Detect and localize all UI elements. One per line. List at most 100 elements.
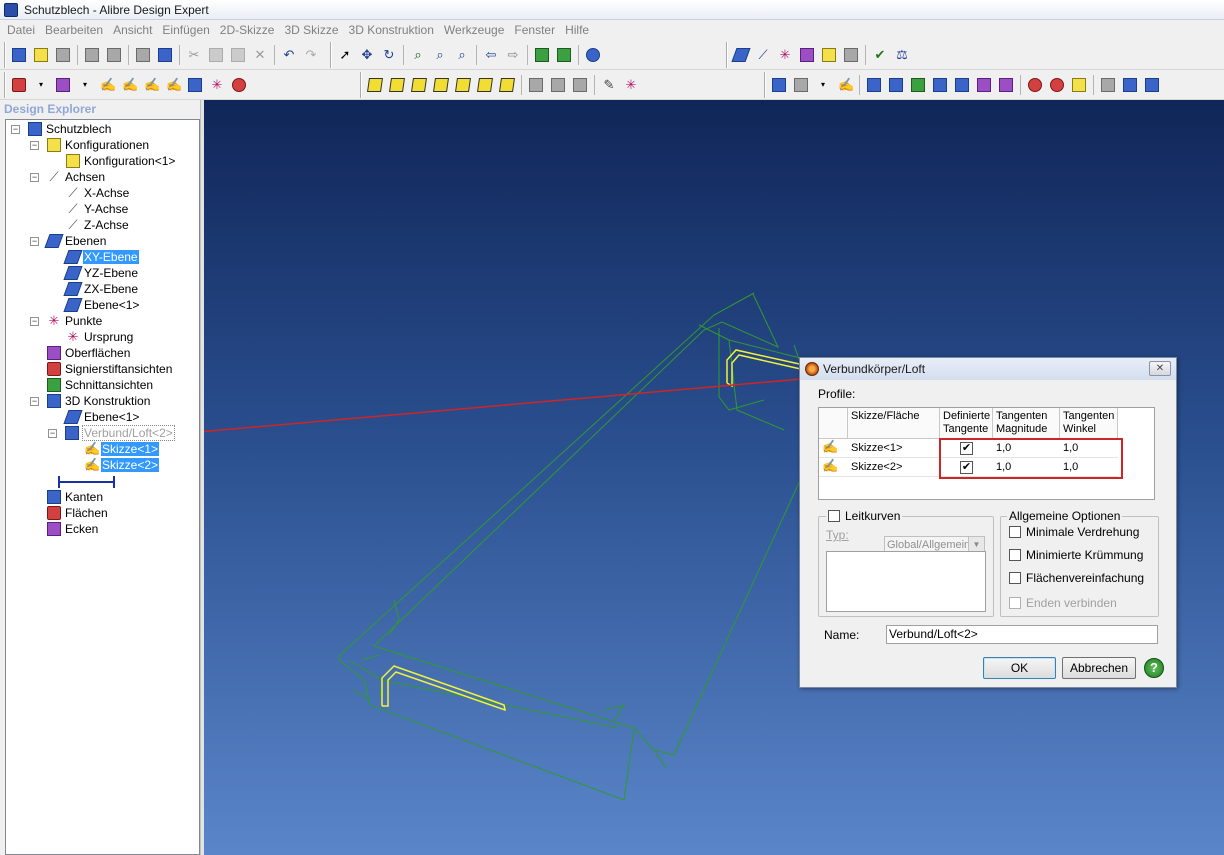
menu-ansicht[interactable]: Ansicht xyxy=(108,20,157,40)
menu-werkzeuge[interactable]: Werkzeuge xyxy=(439,20,509,40)
menu-datei[interactable]: Datei xyxy=(2,20,40,40)
table-header-tangent-angle[interactable]: Tangenten Winkel xyxy=(1060,408,1118,439)
save-all-button[interactable] xyxy=(104,45,124,65)
view-left-button[interactable] xyxy=(409,75,429,95)
hole-button[interactable]: ✳ xyxy=(207,75,227,95)
select-button[interactable]: ➚ xyxy=(335,45,355,65)
table-cell-sketch[interactable]: Skizze<2> xyxy=(848,458,940,477)
tool-7-button[interactable] xyxy=(930,75,950,95)
tool-13-button[interactable] xyxy=(1069,75,1089,95)
menu-3d-konstruktion[interactable]: 3D Konstruktion xyxy=(344,20,439,40)
tool-6-button[interactable] xyxy=(908,75,928,95)
tree-node-kanten[interactable]: Kanten xyxy=(47,489,104,505)
insert-plane-button[interactable] xyxy=(731,45,751,65)
collapse-icon[interactable]: − xyxy=(48,428,57,438)
tool-4-button[interactable] xyxy=(864,75,884,95)
revolve-button[interactable] xyxy=(53,75,73,95)
view-top-button[interactable] xyxy=(453,75,473,95)
option-minimierte-kruemmung[interactable]: Minimierte Krümmung xyxy=(1009,548,1143,562)
new-file-button[interactable] xyxy=(9,45,29,65)
tree-node-3d-konstruktion[interactable]: − 3D Konstruktion xyxy=(30,393,151,409)
tree-node-xy-ebene[interactable]: XY-Ebene xyxy=(63,249,139,265)
option-checkbox[interactable] xyxy=(1009,526,1021,538)
redo-button[interactable]: ↷ xyxy=(301,45,321,65)
table-header-tangent-magnitude[interactable]: Tangenten Magnitude xyxy=(993,408,1060,439)
table-cell-sketch[interactable]: Skizze<1> xyxy=(848,439,940,458)
tree-node-ecken[interactable]: Ecken xyxy=(47,521,99,537)
tool-16-button[interactable] xyxy=(1142,75,1162,95)
insert-axis-button[interactable]: ⟋ xyxy=(753,45,773,65)
tree-node-schnittansichten[interactable]: Schnittansichten xyxy=(47,377,154,393)
view-front-button[interactable] xyxy=(365,75,385,95)
tool-14-button[interactable] xyxy=(1098,75,1118,95)
revolve-dropdown[interactable]: ▾ xyxy=(75,75,95,95)
print-preview-button[interactable] xyxy=(155,45,175,65)
pan-button[interactable]: ✥ xyxy=(357,45,377,65)
option-enden-verbinden[interactable]: Enden verbinden xyxy=(1009,596,1117,610)
tree-node-ursprung[interactable]: ✳ Ursprung xyxy=(66,329,134,345)
dialog-title-bar[interactable]: Verbundkörper/Loft ✕ xyxy=(800,358,1176,380)
tree-node-schutzblech[interactable]: − Schutzblech xyxy=(11,121,112,137)
menu-bearbeiten[interactable]: Bearbeiten xyxy=(40,20,108,40)
tree-node-konfigurationen[interactable]: − Konfigurationen xyxy=(30,137,150,153)
open-file-button[interactable] xyxy=(31,45,51,65)
help-button[interactable]: ? xyxy=(1144,658,1164,678)
menu-fenster[interactable]: Fenster xyxy=(509,20,560,40)
option-minimale-verdrehung[interactable]: Minimale Verdrehung xyxy=(1009,525,1139,539)
option-flaechenvereinfachung[interactable]: Flächenvereinfachung xyxy=(1009,571,1144,585)
dimension-button[interactable]: ✳ xyxy=(621,75,641,95)
collapse-icon[interactable]: − xyxy=(30,316,39,326)
extrude-button[interactable] xyxy=(9,75,29,95)
tree-node-ebenen[interactable]: − Ebenen xyxy=(30,233,107,249)
solid-button[interactable] xyxy=(841,45,861,65)
tool-9-button[interactable] xyxy=(974,75,994,95)
table-header-sketch[interactable]: Skizze/Fläche xyxy=(848,408,940,439)
tool-3-button[interactable]: ✍ xyxy=(835,75,855,95)
undo-button[interactable]: ↶ xyxy=(279,45,299,65)
tree-node-konfiguration-1[interactable]: Konfiguration<1> xyxy=(66,153,176,169)
table-header-defined-tangent[interactable]: Definierte Tangente xyxy=(940,408,993,439)
tool-12-button[interactable] xyxy=(1047,75,1067,95)
zoom-button[interactable]: ⌕ xyxy=(408,45,428,65)
flag-button[interactable] xyxy=(554,45,574,65)
option-checkbox[interactable] xyxy=(1009,549,1021,561)
close-button[interactable]: ✕ xyxy=(1149,361,1171,376)
tree-node-oberflaechen[interactable]: Oberflächen xyxy=(47,345,131,361)
collapse-icon[interactable]: − xyxy=(30,396,39,406)
paste-button[interactable] xyxy=(228,45,248,65)
rollback-marker[interactable] xyxy=(56,474,118,490)
extrude-dropdown[interactable]: ▾ xyxy=(31,75,51,95)
tree-node-punkte[interactable]: − ✳ Punkte xyxy=(30,313,103,329)
tree-node-verbund-loft-2[interactable]: − Verbund/Loft<2> xyxy=(48,425,175,441)
tool-1-button[interactable] xyxy=(769,75,789,95)
tool-2-button[interactable] xyxy=(791,75,811,95)
sketch-tool-button[interactable]: ✎ xyxy=(599,75,619,95)
tree-node-skizze-2[interactable]: ✍ Skizze<2> xyxy=(84,457,160,473)
wireframe-button[interactable] xyxy=(526,75,546,95)
collapse-icon[interactable]: − xyxy=(11,124,20,134)
save-button[interactable] xyxy=(53,45,73,65)
fillet-button[interactable]: ✍ xyxy=(141,75,161,95)
copy-button[interactable] xyxy=(206,45,226,65)
render-button[interactable] xyxy=(583,45,603,65)
leitkurven-checkbox-row[interactable]: Leitkurven xyxy=(826,509,903,523)
tree-node-y-achse[interactable]: ⟋ Y-Achse xyxy=(66,201,129,217)
sweep-button[interactable]: ✍ xyxy=(97,75,117,95)
cancel-button[interactable]: Abbrechen xyxy=(1062,657,1136,679)
menu-hilfe[interactable]: Hilfe xyxy=(560,20,594,40)
tree-node-yz-ebene[interactable]: YZ-Ebene xyxy=(63,265,139,281)
check-button[interactable]: ✔ xyxy=(870,45,890,65)
sketch-mode-button[interactable] xyxy=(532,45,552,65)
tree-node-flaechen[interactable]: Flächen xyxy=(47,505,109,521)
tool-15-button[interactable] xyxy=(1120,75,1140,95)
thread-button[interactable] xyxy=(229,75,249,95)
tree-node-ebene-1-design[interactable]: Ebene<1> xyxy=(63,409,140,425)
hidden-lines-button[interactable] xyxy=(548,75,568,95)
collapse-icon[interactable]: − xyxy=(30,236,39,246)
tool-5-button[interactable] xyxy=(886,75,906,95)
tree-node-achsen[interactable]: − ⟋ Achsen xyxy=(30,169,106,185)
name-input[interactable]: Verbund/Loft<2> xyxy=(886,625,1158,644)
view-right-button[interactable] xyxy=(431,75,451,95)
rotate-button[interactable]: ↻ xyxy=(379,45,399,65)
next-view-button[interactable]: ⇨ xyxy=(503,45,523,65)
